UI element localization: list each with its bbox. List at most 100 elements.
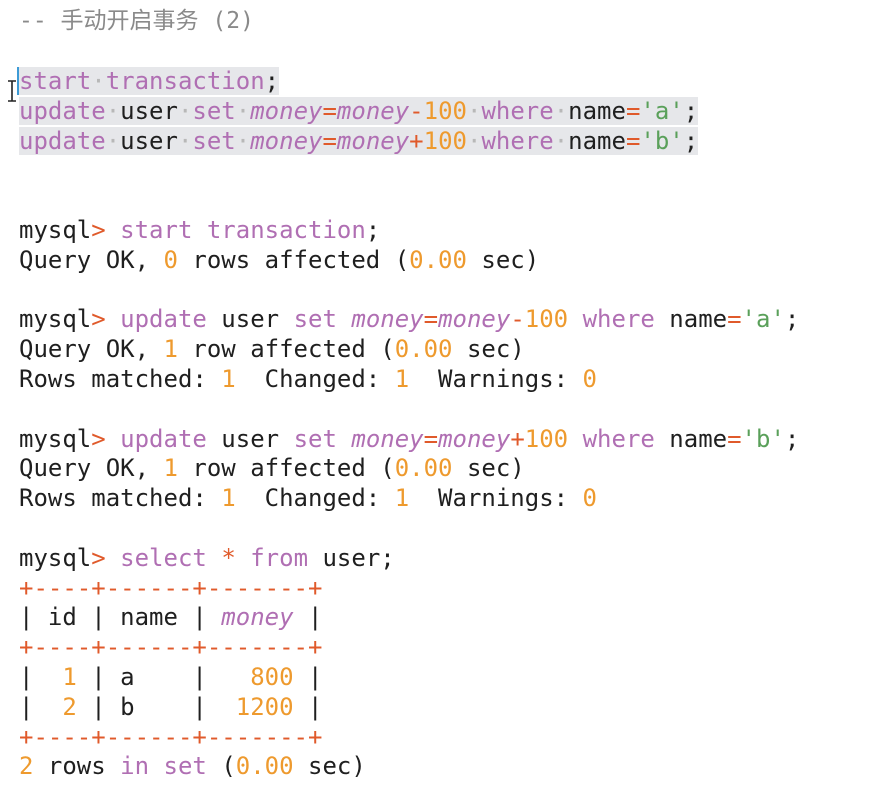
console_lines-token: Rows matched: <box>19 365 222 393</box>
console_lines-token: Changed: <box>235 365 395 393</box>
console_lines-token: = <box>423 305 439 333</box>
console_lines-token: mysql <box>19 544 92 572</box>
console_lines-token: Warnings: <box>409 365 583 393</box>
script_lines-token: · <box>553 127 569 155</box>
console_lines-token: | <box>293 693 323 721</box>
console_lines-token: ------- <box>206 723 309 751</box>
console_lines-token: 0 <box>163 246 178 274</box>
selection-highlight: update·user·set·money=money+100·where·na… <box>19 127 699 155</box>
selection-highlight: update·user·set·money=money-100·where·na… <box>19 97 699 125</box>
script_lines-token: money <box>336 97 410 125</box>
console_lines-token: 800 <box>250 663 294 691</box>
console_lines-line-content: +----+------+-------+ <box>19 723 322 751</box>
console_lines-token: rows <box>33 752 121 780</box>
console_lines-token: set <box>293 425 337 453</box>
console_lines-token: sec) <box>452 454 525 482</box>
console_lines-token: user <box>206 305 294 333</box>
console_lines-line: Rows matched: 1 Changed: 1 Warnings: 0 <box>19 483 597 513</box>
console_lines-token: + <box>91 633 106 661</box>
console_lines-token: mysql <box>19 216 92 244</box>
console_lines-token: + <box>308 633 323 661</box>
console_lines-token: ---- <box>33 633 92 661</box>
console_lines-token: start transaction <box>105 216 366 244</box>
console_lines-token: | <box>293 603 323 631</box>
console_lines-token: = <box>727 305 742 333</box>
console_lines-token <box>149 752 163 780</box>
console_lines-token <box>236 544 250 572</box>
console_lines-token: from <box>250 544 309 572</box>
script_lines-token: transaction <box>105 67 265 95</box>
console_lines-line-content: mysql> update user set money=money-100 w… <box>19 305 799 333</box>
console_lines-token: | <box>19 693 63 721</box>
console_lines-token: money <box>438 305 511 333</box>
console_lines-line-content: Query OK, 0 rows affected (0.00 sec) <box>19 246 539 274</box>
console_lines-token: = <box>423 425 439 453</box>
console_lines-token: sec) <box>466 246 540 274</box>
script_lines-token: · <box>91 67 106 95</box>
console_lines-token: select <box>105 544 207 572</box>
console_lines-token: mysql <box>19 425 92 453</box>
script_lines-token: user <box>120 97 178 125</box>
sql-editor[interactable]: -- 手动开启事务 (2) start·transaction; update·u… <box>0 0 872 793</box>
console_lines-token: Query OK, <box>19 246 164 274</box>
script_lines-token: · <box>105 127 121 155</box>
text-cursor-icon <box>8 80 16 102</box>
console_lines-token: 2 <box>62 693 77 721</box>
script_lines-token: · <box>466 127 482 155</box>
script_lines-line: update·user·set·money=money-100·where·na… <box>19 96 699 126</box>
console_lines-token: money <box>221 603 294 631</box>
script_lines-line: start·transaction; <box>19 66 280 96</box>
console_lines-token: + <box>510 425 525 453</box>
console_lines-token: 1 <box>163 335 178 363</box>
console_lines-token: ------ <box>105 574 193 602</box>
console_lines-token: update <box>105 305 207 333</box>
console_lines-token <box>337 425 351 453</box>
code-comment: -- 手动开启事务 (2) <box>19 8 254 34</box>
console_lines-line: | 1 | a | 800 | <box>19 662 322 692</box>
console_lines-token: Query OK, <box>19 454 164 482</box>
console_lines-token: row affected ( <box>177 335 395 363</box>
console_lines-line-content: Query OK, 1 row affected (0.00 sec) <box>19 335 525 363</box>
console_lines-token: 1 <box>394 365 410 393</box>
console_lines-token: 1 <box>163 454 178 482</box>
console_lines-token: money <box>351 305 424 333</box>
console_lines-token: > <box>91 544 106 572</box>
console_lines-token: + <box>308 574 323 602</box>
console_lines-token: 0.00 <box>394 335 453 363</box>
console_lines-token: in <box>120 752 150 780</box>
console_lines-line: Query OK, 1 row affected (0.00 sec) <box>19 453 525 483</box>
console_lines-token: 1 <box>62 663 77 691</box>
script_lines-token: update <box>19 127 106 155</box>
console_lines-line-content: 2 rows in set (0.00 sec) <box>19 752 366 780</box>
console_lines-token: 0.00 <box>409 246 467 274</box>
console_lines-line: Query OK, 0 rows affected (0.00 sec) <box>19 245 539 275</box>
console_lines-line: 2 rows in set (0.00 sec) <box>19 751 366 781</box>
script_lines-token: · <box>105 97 121 125</box>
console_lines-line-content: Rows matched: 1 Changed: 1 Warnings: 0 <box>19 484 597 512</box>
console_lines-token: 0 <box>582 484 597 512</box>
script_lines-token: = <box>322 97 337 125</box>
console_lines-line: | 2 | b | 1200 | <box>19 692 322 722</box>
console_lines-token <box>568 305 582 333</box>
script_lines-token: ; <box>264 67 280 95</box>
console_lines-token: 1 <box>394 484 410 512</box>
script_lines-token: start <box>19 67 92 95</box>
script_lines-token: · <box>235 97 251 125</box>
script_lines-token: = <box>322 127 337 155</box>
script_lines-token: - <box>409 97 424 125</box>
console_lines-token: Warnings: <box>409 484 583 512</box>
console_lines-token: 0.00 <box>235 752 294 780</box>
console_lines-token: + <box>91 723 106 751</box>
console_lines-token: mysql <box>19 305 92 333</box>
console_lines-token: 2 <box>19 752 34 780</box>
console_lines-token: rows affected ( <box>177 246 410 274</box>
script_lines-token: ; <box>683 97 699 125</box>
script_lines-line: update·user·set·money=money+100·where·na… <box>19 126 699 156</box>
script_lines-token: 'a' <box>640 97 684 125</box>
console_lines-line: mysql> start transaction; <box>19 215 380 245</box>
script_lines-token: set <box>192 127 236 155</box>
console_lines-token: ; <box>784 305 800 333</box>
console_lines-line: mysql> update user set money=money-100 w… <box>19 304 799 334</box>
console_lines-token: Changed: <box>235 484 395 512</box>
console_lines-line-content: mysql> update user set money=money+100 w… <box>19 425 799 453</box>
